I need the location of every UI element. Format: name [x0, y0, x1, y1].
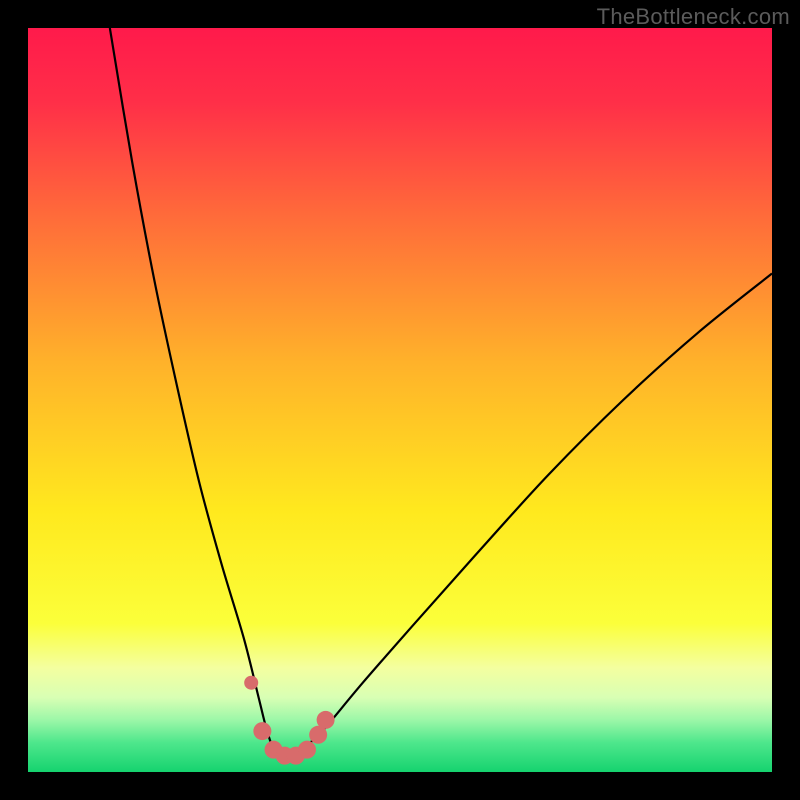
chart-svg: [28, 28, 772, 772]
watermark-label: TheBottleneck.com: [597, 4, 790, 30]
optimum-marker: [298, 741, 316, 759]
optimum-marker: [317, 711, 335, 729]
plot-area: [28, 28, 772, 772]
gradient-background: [28, 28, 772, 772]
optimum-marker: [244, 676, 258, 690]
chart-container: TheBottleneck.com: [0, 0, 800, 800]
optimum-marker: [253, 722, 271, 740]
